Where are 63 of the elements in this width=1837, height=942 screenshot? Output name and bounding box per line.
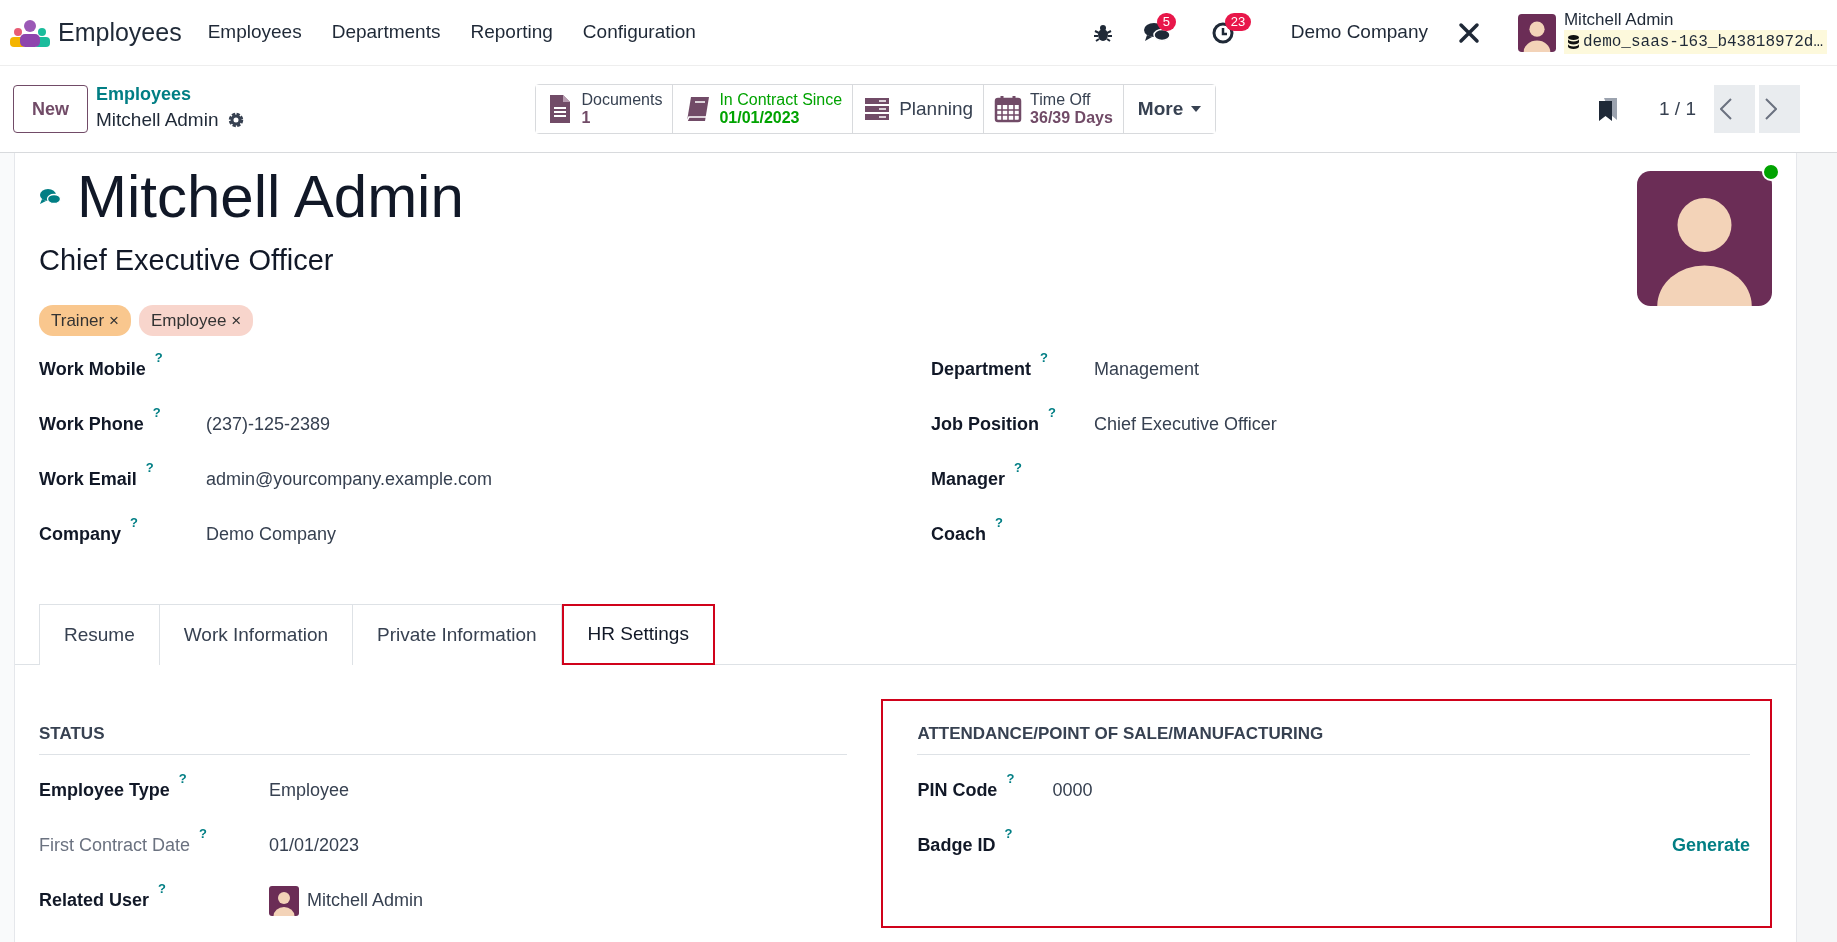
menu-item[interactable]: Configuration [582,18,696,47]
help-mark[interactable]: ? [1014,459,1022,475]
menu-item[interactable]: Reporting [470,18,553,47]
menu-item[interactable]: Departments [331,18,441,47]
chevron-right-icon [1765,98,1777,120]
help-mark[interactable]: ? [178,770,187,786]
smart-button[interactable]: Documents 1 [535,85,674,133]
previous-button[interactable] [1714,85,1755,133]
app-name[interactable]: Employees [58,13,182,52]
field-value[interactable]: admin@yourcompany.example.com [206,466,493,493]
field-value[interactable]: Mitchell Admin [307,887,424,914]
field-value[interactable]: (237)-125-2389 [206,411,331,438]
section-title: ATTENDANCE/POINT OF SALE/MANUFACTURING [917,700,1750,755]
help-mark[interactable]: ? [1006,770,1015,786]
scrollbar[interactable] [1797,153,1837,942]
help-mark[interactable]: ? [152,404,161,420]
tag[interactable]: Employee × [138,304,254,336]
chevron-left-icon [1720,98,1732,120]
tag[interactable]: Trainer × [39,304,131,336]
field-value[interactable]: 01/01/2023 [269,832,360,859]
field-value[interactable]: 0000 [1052,777,1093,804]
help-mark[interactable]: ? [995,514,1003,530]
new-button[interactable]: New [13,85,88,133]
user-avatar [1517,13,1556,52]
section-title: STATUS [39,700,848,755]
calendar-icon [994,94,1023,124]
tab[interactable]: Work Information [159,604,354,665]
user-avatar [269,885,299,916]
help-mark[interactable]: ? [1048,404,1056,420]
job-title[interactable]: Chief Executive Officer [39,239,1637,283]
caret-icon [1191,106,1202,112]
bookmark-icon[interactable] [1597,96,1619,122]
tab[interactable]: Private Information [353,604,562,665]
tab[interactable]: HR Settings [561,604,715,665]
help-mark[interactable]: ? [158,880,166,896]
help-mark[interactable]: ? [130,514,138,530]
message-count: 5 [1156,12,1176,31]
company-switcher[interactable]: Demo Company [1290,18,1428,47]
bug-icon[interactable] [1092,22,1113,43]
app-logo-icon[interactable] [10,18,50,47]
generate-link[interactable]: Generate [1671,832,1750,859]
database-name: demo_saas-163_b43818972d… [1582,31,1823,53]
pager-value[interactable]: 1 / 1 [1659,94,1696,124]
database-icon [1567,34,1579,49]
employee-name[interactable]: Mitchell Admin [77,161,464,233]
help-mark[interactable]: ? [154,349,163,365]
field-value[interactable]: Demo Company [206,521,337,548]
help-mark[interactable]: ? [145,459,154,475]
field-value[interactable]: Management [1094,356,1200,383]
employee-photo[interactable] [1637,171,1772,306]
field-value[interactable]: Chief Executive Officer [1094,411,1277,438]
help-mark[interactable]: ? [1004,825,1013,841]
tab[interactable]: Resume [39,604,160,665]
settings-icon[interactable] [226,110,245,129]
field-value[interactable]: Employee [269,777,350,804]
user-name[interactable]: Mitchell Admin [1563,11,1827,30]
menu-item[interactable]: Employees [207,18,302,47]
next-button[interactable] [1759,85,1800,133]
breadcrumb-link[interactable]: Employees [96,83,245,106]
help-mark[interactable]: ? [199,825,207,841]
activity-count: 23 [1224,12,1252,31]
breadcrumb-current: Mitchell Admin [96,107,219,132]
help-mark[interactable]: ? [1040,349,1048,365]
